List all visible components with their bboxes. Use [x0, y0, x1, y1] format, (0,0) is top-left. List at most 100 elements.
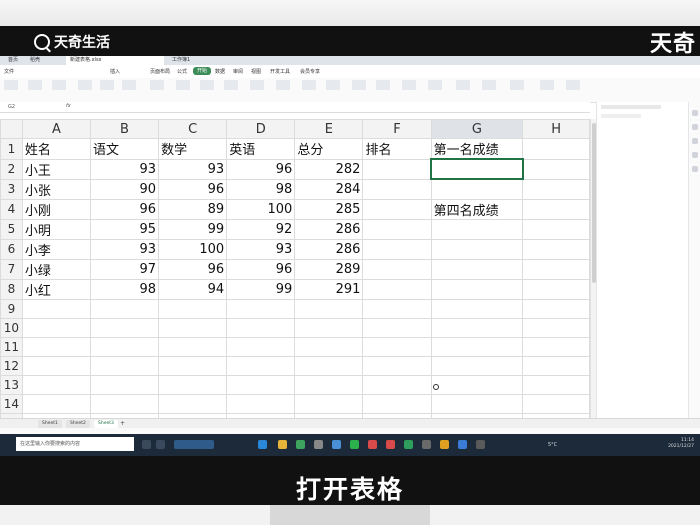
table-cell[interactable]	[362, 355, 432, 376]
table-cell[interactable]	[158, 355, 228, 376]
table-cell[interactable]	[226, 355, 296, 376]
table-cell[interactable]	[522, 355, 590, 376]
table-cell[interactable]: 285	[294, 198, 364, 220]
table-cell[interactable]: 语文	[89, 138, 160, 160]
table-cell[interactable]	[522, 198, 590, 220]
menu-page-layout[interactable]: 页面布局	[150, 68, 170, 75]
row-header[interactable]: 1	[0, 138, 23, 160]
panel-icon[interactable]	[692, 166, 698, 172]
row-header[interactable]: 5	[0, 218, 23, 240]
table-cell[interactable]	[522, 393, 590, 414]
menu-member[interactable]: 会员专享	[300, 68, 320, 75]
table-cell[interactable]	[89, 393, 160, 414]
toolbar-button[interactable]	[402, 80, 416, 90]
table-cell[interactable]: 小李	[21, 238, 91, 260]
table-cell[interactable]	[158, 336, 228, 357]
column-header[interactable]: B	[89, 119, 160, 139]
app-icon[interactable]	[174, 440, 214, 449]
row-header[interactable]: 13	[0, 374, 23, 395]
row-header[interactable]: 10	[0, 317, 23, 338]
table-cell[interactable]	[21, 298, 91, 319]
table-cell[interactable]: 总分	[294, 138, 364, 160]
table-cell[interactable]: 98	[89, 278, 160, 300]
column-header[interactable]: A	[21, 119, 91, 139]
table-cell[interactable]	[522, 298, 590, 319]
table-cell[interactable]: 284	[294, 178, 364, 200]
table-cell[interactable]	[294, 336, 364, 357]
toolbar-button[interactable]	[510, 80, 524, 90]
table-cell[interactable]	[226, 317, 296, 338]
tab-home[interactable]: 首页	[4, 56, 22, 65]
table-cell[interactable]	[430, 374, 524, 395]
table-cell[interactable]	[430, 218, 524, 240]
side-panel-item[interactable]	[601, 114, 641, 118]
table-cell[interactable]	[522, 138, 590, 160]
table-cell[interactable]	[89, 298, 160, 319]
edge-icon[interactable]	[258, 440, 267, 449]
table-cell[interactable]	[294, 317, 364, 338]
table-cell[interactable]	[362, 336, 432, 357]
table-cell[interactable]	[89, 355, 160, 376]
column-header[interactable]: G	[430, 119, 524, 139]
table-cell[interactable]	[522, 238, 590, 260]
table-cell[interactable]	[430, 298, 524, 319]
table-cell[interactable]	[430, 238, 524, 260]
select-all-corner[interactable]	[0, 119, 23, 139]
taskbar-search-input[interactable]: 在这里输入你要搜索的内容	[16, 437, 134, 451]
table-cell[interactable]	[226, 336, 296, 357]
table-cell[interactable]	[522, 374, 590, 395]
table-cell[interactable]	[430, 258, 524, 280]
table-cell[interactable]	[362, 298, 432, 319]
table-cell[interactable]	[522, 317, 590, 338]
toolbar-button[interactable]	[540, 80, 554, 90]
table-cell[interactable]	[430, 278, 524, 300]
sheet-tab[interactable]: Sheet1	[38, 420, 62, 428]
wps-sheet-icon[interactable]	[404, 440, 413, 449]
task-view-icon[interactable]	[142, 440, 151, 449]
menu-home-active[interactable]: 开始	[193, 67, 212, 75]
table-cell[interactable]: 英语	[226, 138, 296, 160]
table-cell[interactable]	[21, 317, 91, 338]
table-cell[interactable]	[89, 317, 160, 338]
menu-formula[interactable]: 公式	[177, 68, 187, 75]
table-cell[interactable]	[226, 298, 296, 319]
table-cell[interactable]	[294, 355, 364, 376]
table-cell[interactable]: 94	[158, 278, 228, 300]
menu-view[interactable]: 视图	[251, 68, 261, 75]
panel-icon[interactable]	[692, 124, 698, 130]
table-cell[interactable]: 96	[226, 258, 296, 280]
table-cell[interactable]: 数学	[158, 138, 228, 160]
app-icon[interactable]	[386, 440, 395, 449]
table-cell[interactable]: 97	[89, 258, 160, 280]
column-header[interactable]: H	[522, 119, 590, 139]
table-cell[interactable]: 排名	[362, 138, 432, 160]
app-icon[interactable]	[422, 440, 431, 449]
toolbar-button[interactable]	[100, 80, 114, 90]
row-header[interactable]: 2	[0, 158, 23, 180]
table-cell[interactable]: 93	[158, 158, 228, 180]
table-cell[interactable]	[226, 393, 296, 414]
table-cell[interactable]: 96	[158, 178, 228, 200]
table-cell[interactable]	[430, 317, 524, 338]
menu-insert[interactable]: 插入	[110, 68, 120, 75]
table-cell[interactable]	[89, 374, 160, 395]
table-cell[interactable]: 第四名成绩	[430, 198, 524, 220]
table-cell[interactable]	[21, 355, 91, 376]
table-cell[interactable]	[522, 278, 590, 300]
table-cell[interactable]: 289	[294, 258, 364, 280]
tab-docer[interactable]: 稻壳	[26, 56, 44, 65]
tab-workbook-2[interactable]: 工作簿1	[168, 56, 238, 65]
table-cell[interactable]: 89	[158, 198, 228, 220]
table-cell[interactable]	[522, 158, 590, 180]
toolbar-button[interactable]	[376, 80, 390, 90]
table-cell[interactable]: 小刚	[21, 198, 91, 220]
toolbar-button[interactable]	[52, 80, 66, 90]
table-cell[interactable]: 282	[294, 158, 364, 180]
wps-writer-icon[interactable]	[368, 440, 377, 449]
table-cell[interactable]: 96	[226, 158, 296, 180]
sheet-tab-active[interactable]: Sheet3	[94, 420, 118, 428]
toolbar-button[interactable]	[122, 80, 136, 90]
table-cell[interactable]: 小红	[21, 278, 91, 300]
toolbar-button[interactable]	[78, 80, 92, 90]
row-header[interactable]: 8	[0, 278, 23, 300]
